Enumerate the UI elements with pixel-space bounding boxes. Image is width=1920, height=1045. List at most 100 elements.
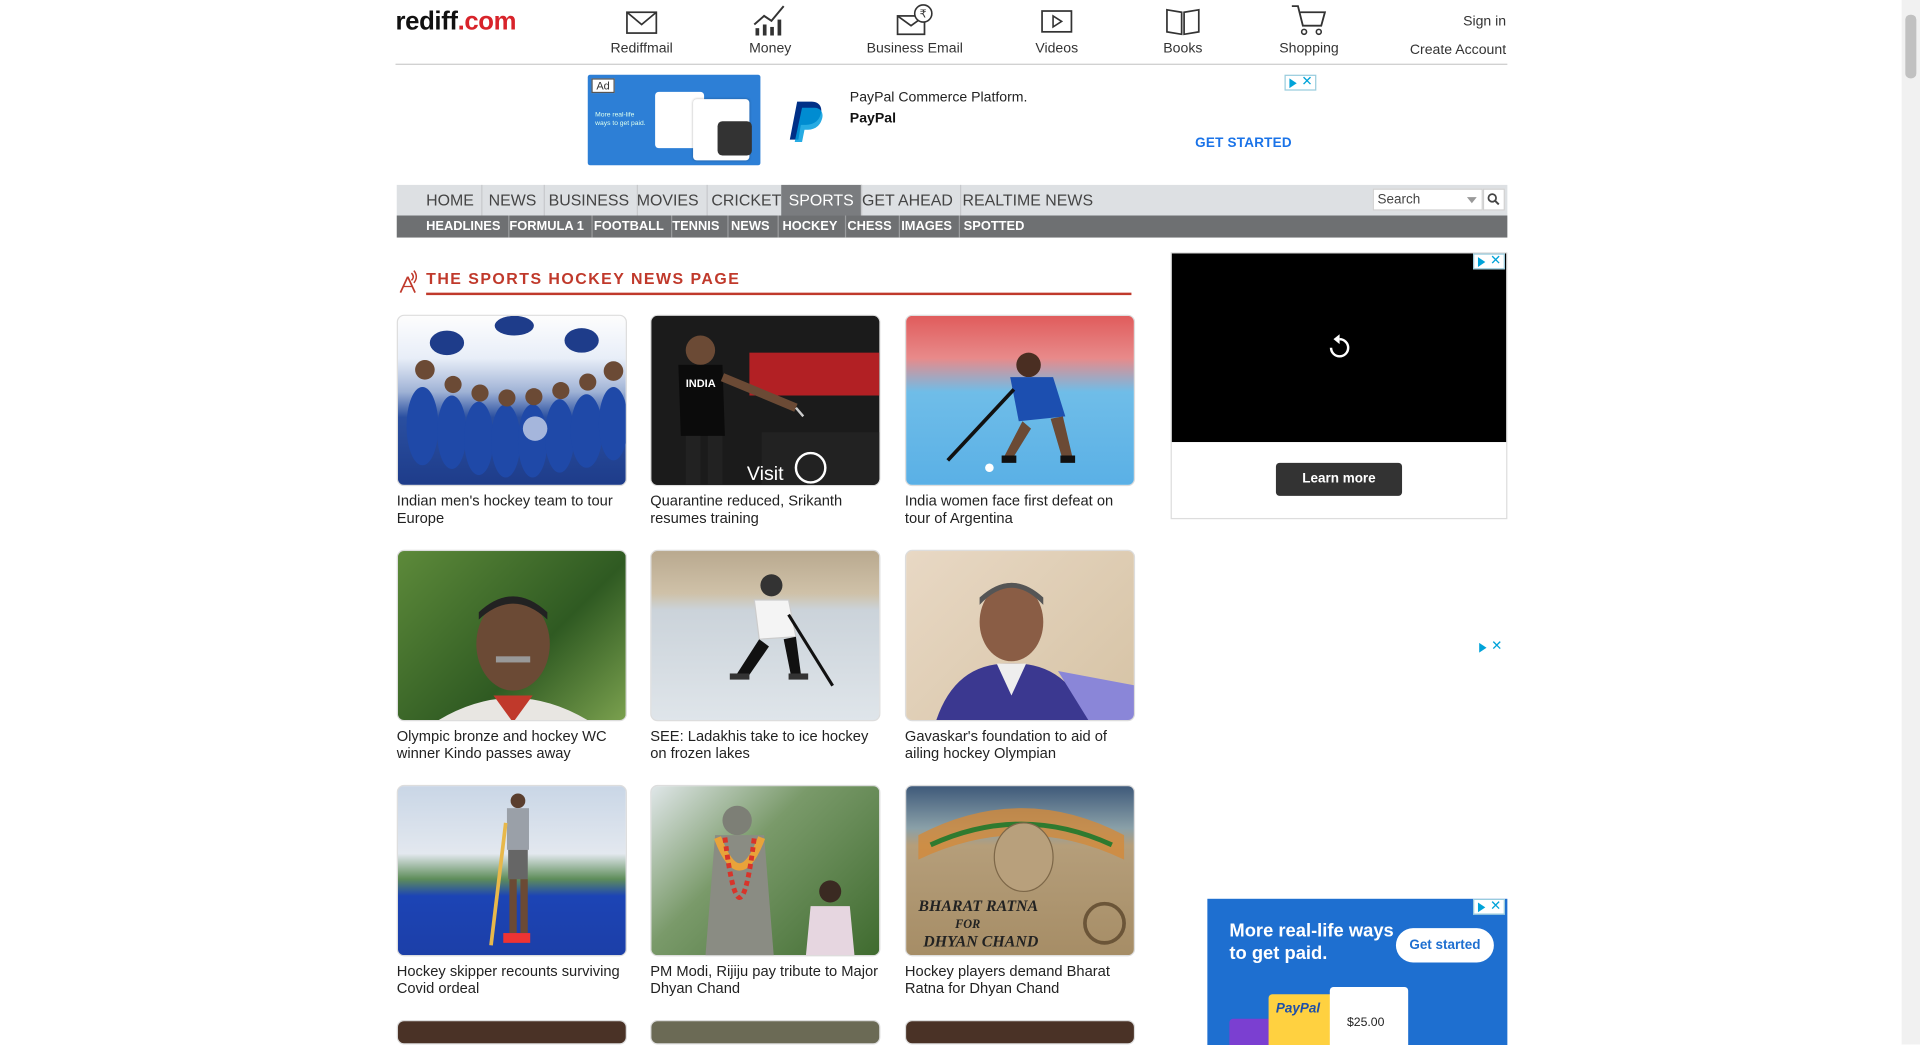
nav-cricket[interactable]: CRICKET xyxy=(704,184,790,216)
story-card[interactable]: SEE: Ladakhis take to ice hockey on froz… xyxy=(650,549,881,762)
ad-title[interactable]: PayPal Commerce Platform. xyxy=(850,91,1028,106)
create-account-link[interactable]: Create Account xyxy=(1410,37,1506,65)
scrollbar-thumb[interactable] xyxy=(1905,14,1917,79)
subnav-formula1[interactable]: FORMULA 1 xyxy=(502,215,593,238)
story-caption[interactable]: Hockey skipper recounts surviving Covid … xyxy=(397,962,627,996)
story-image[interactable] xyxy=(650,784,881,957)
story-card[interactable]: PM Modi, Rijiju pay tribute to Major Dhy… xyxy=(650,784,881,997)
sandart-line2: FOR xyxy=(954,917,980,931)
ad-headline[interactable]: More real-life ways to get paid. xyxy=(1229,921,1400,965)
topnav-shopping[interactable]: Shopping xyxy=(1277,2,1341,56)
nav-home[interactable]: HOME xyxy=(419,184,483,216)
title-underline xyxy=(426,292,1132,296)
gavaskar-portrait-graphic xyxy=(936,582,1134,721)
adchoices-icon[interactable]: ✕ xyxy=(1473,253,1505,270)
story-image[interactable] xyxy=(904,1020,1136,1045)
sandart-line3: DHYAN CHAND xyxy=(922,934,1039,951)
subnav-chess[interactable]: CHESS xyxy=(840,215,901,238)
ad-brand[interactable]: PayPal xyxy=(850,111,896,126)
adchoices-icon[interactable]: ✕ xyxy=(1474,639,1507,656)
sign-in-link[interactable]: Sign in xyxy=(1410,9,1506,37)
nav-realtime-news[interactable]: REALTIME NEWS xyxy=(955,185,1100,216)
video-player[interactable] xyxy=(1171,253,1507,443)
story-card[interactable]: BHARAT RATNA FOR DHYAN CHAND Hockey play… xyxy=(904,784,1136,997)
statue-tribute-graphic xyxy=(705,805,855,956)
story-caption[interactable]: PM Modi, Rijiju pay tribute to Major Dhy… xyxy=(650,962,880,996)
story-card[interactable]: Indian men's hockey team to tour Europe xyxy=(396,314,627,527)
video-icon xyxy=(1036,2,1078,36)
story-caption[interactable]: SEE: Ladakhis take to ice hockey on froz… xyxy=(650,727,880,761)
story-caption[interactable]: Gavaskar's foundation to aid of ailing h… xyxy=(905,727,1135,761)
get-started-button[interactable]: Get started xyxy=(1395,928,1494,963)
nav-news[interactable]: NEWS xyxy=(481,184,545,216)
topnav-business-email[interactable]: ₹ Business Email xyxy=(866,2,964,56)
chevron-down-icon[interactable] xyxy=(1466,197,1477,204)
page-scrollbar[interactable] xyxy=(1901,0,1920,1045)
nav-get-ahead[interactable]: GET AHEAD xyxy=(855,184,962,216)
story-image[interactable]: BHARAT RATNA FOR DHYAN CHAND xyxy=(904,784,1136,957)
nav-business[interactable]: BUSINESS xyxy=(541,184,638,216)
search-button[interactable] xyxy=(1482,188,1505,211)
replay-icon[interactable] xyxy=(1325,333,1354,362)
hockey-skipper-graphic xyxy=(489,793,531,946)
ad-terminal-graphic xyxy=(717,121,752,156)
ice-hockey-player-graphic xyxy=(729,574,834,687)
visit-text: Visit xyxy=(747,463,784,485)
subnav-tennis[interactable]: TENNIS xyxy=(665,215,728,238)
story-caption[interactable]: Quarantine reduced, Srikanth resumes tra… xyxy=(650,492,880,526)
subnav-headlines[interactable]: HEADLINES xyxy=(419,215,510,238)
story-card[interactable] xyxy=(650,1020,881,1045)
topnav-books[interactable]: Books xyxy=(1158,2,1207,56)
story-image[interactable] xyxy=(650,1020,881,1045)
story-image[interactable] xyxy=(904,549,1136,722)
top-banner-ad[interactable]: Ad More real-life ways to get paid. PayP… xyxy=(587,74,1318,166)
topnav-label: Videos xyxy=(1035,41,1079,57)
video-ad[interactable]: ✕ Learn more xyxy=(1170,252,1508,520)
subnav-hockey[interactable]: HOCKEY xyxy=(775,215,847,238)
svg-text:₹: ₹ xyxy=(920,8,927,21)
story-card[interactable] xyxy=(396,1020,627,1045)
story-image[interactable] xyxy=(396,1020,627,1045)
mail-icon xyxy=(621,2,663,36)
story-caption[interactable]: Indian men's hockey team to tour Europe xyxy=(397,492,627,526)
chart-icon xyxy=(749,2,791,36)
story-image[interactable] xyxy=(396,314,627,487)
story-card[interactable] xyxy=(904,1020,1136,1045)
adchoices-icon[interactable]: ✕ xyxy=(1284,74,1317,91)
subnav-football[interactable]: FOOTBALL xyxy=(587,215,673,238)
topnav-rediffmail[interactable]: Rediffmail xyxy=(609,2,675,56)
story-card[interactable]: INDIA Visit Quarantine reduced, Srikanth… xyxy=(650,314,881,527)
broadcast-tower-icon xyxy=(399,270,418,294)
story-image[interactable] xyxy=(904,314,1136,487)
story-card[interactable]: Hockey skipper recounts surviving Covid … xyxy=(396,784,627,997)
subnav-news[interactable]: NEWS xyxy=(724,215,779,238)
adchoices-icon[interactable]: ✕ xyxy=(1473,898,1505,915)
story-card[interactable]: India women face first defeat on tour of… xyxy=(904,314,1136,527)
story-image[interactable] xyxy=(650,549,881,722)
story-card[interactable]: Olympic bronze and hockey WC winner Kind… xyxy=(396,549,627,762)
story-card[interactable]: Gavaskar's foundation to aid of ailing h… xyxy=(904,549,1136,762)
story-image[interactable]: INDIA Visit xyxy=(650,314,881,487)
story-caption[interactable]: India women face first defeat on tour of… xyxy=(905,492,1135,526)
story-caption[interactable]: Olympic bronze and hockey WC winner Kind… xyxy=(397,727,627,761)
topnav-videos[interactable]: Videos xyxy=(1032,2,1081,56)
paypal-side-ad[interactable]: More real-life ways to get paid. Get sta… xyxy=(1207,898,1508,1045)
ad-get-started-button[interactable]: GET STARTED xyxy=(1195,136,1292,151)
page-title: THE SPORTS HOCKEY NEWS PAGE xyxy=(426,269,741,288)
nav-movies[interactable]: MOVIES xyxy=(629,184,708,216)
nav-sports[interactable]: SPORTS xyxy=(781,184,863,216)
book-icon xyxy=(1162,2,1204,36)
story-caption[interactable]: Hockey players demand Bharat Ratna for D… xyxy=(905,962,1135,996)
story-image[interactable] xyxy=(396,549,627,722)
learn-more-button[interactable]: Learn more xyxy=(1275,462,1403,496)
topnav-money[interactable]: Money xyxy=(746,2,795,56)
sand-art-graphic: BHARAT RATNA FOR DHYAN CHAND xyxy=(917,808,1126,951)
ad-invoice-card: $25.00 xyxy=(1329,986,1409,1045)
search-input[interactable]: Search xyxy=(1372,188,1483,211)
ad-badge: Ad xyxy=(591,78,615,94)
story-image[interactable] xyxy=(396,784,627,957)
badminton-player-graphic: INDIA Visit xyxy=(651,315,880,485)
subnav-spotted[interactable]: SPOTTED xyxy=(956,216,1031,238)
ad-image[interactable]: Ad More real-life ways to get paid. xyxy=(587,74,761,166)
subnav-images[interactable]: IMAGES xyxy=(894,215,961,238)
